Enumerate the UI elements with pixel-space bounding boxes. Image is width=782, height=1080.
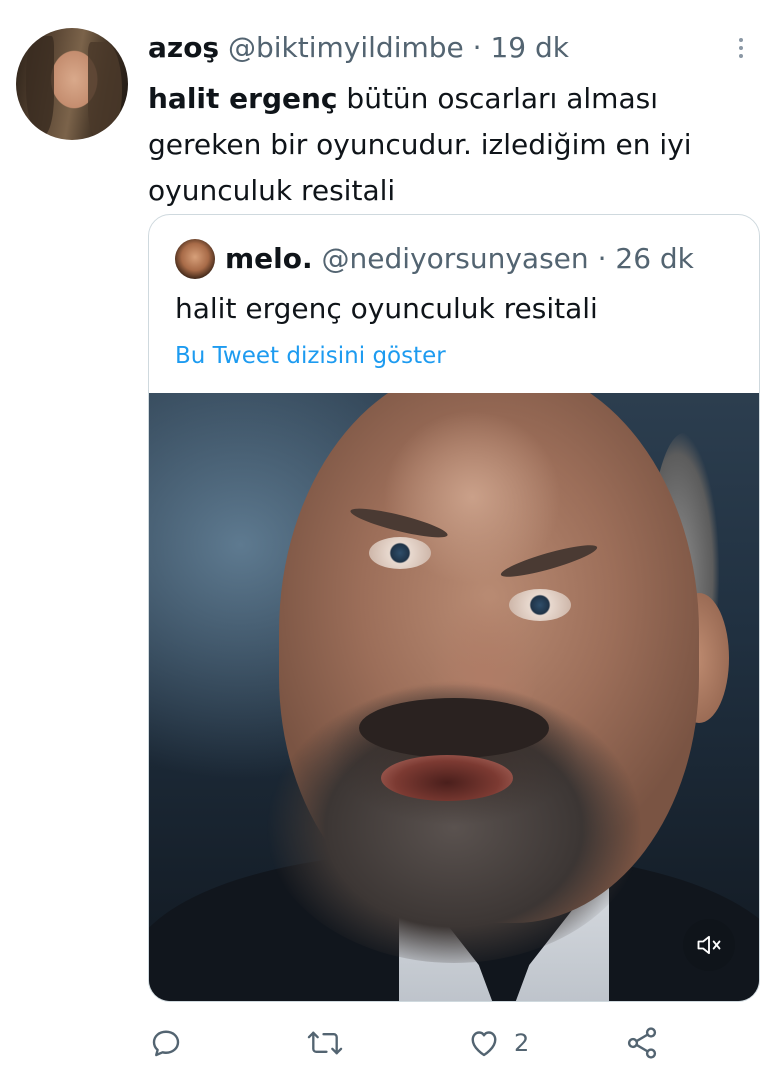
avatar-hair-right (88, 42, 122, 138)
video-media[interactable] (149, 393, 759, 1001)
tweet-timestamp[interactable]: 19 dk (490, 31, 569, 64)
quoted-author-name[interactable]: melo. (225, 242, 313, 275)
avatar-hair-left (26, 36, 54, 136)
author-name[interactable]: azoş (148, 31, 219, 64)
tweet-text-bold: halit ergenç (148, 82, 338, 115)
like-button[interactable]: 2 (466, 1018, 529, 1068)
volume-muted-icon (697, 935, 721, 955)
show-thread-link[interactable]: Bu Tweet dizisini göster (175, 341, 446, 371)
tweet-actions: 2 (148, 1018, 768, 1068)
tweet[interactable]: azoş @biktimyildimbe · 19 dk halit ergen… (0, 0, 782, 1080)
share-button[interactable] (624, 1018, 660, 1068)
reply-icon (152, 1030, 180, 1057)
mute-button[interactable] (683, 919, 735, 971)
tweet-text-line3: oyunculuk resitali (148, 174, 396, 207)
share-icon (627, 1027, 657, 1059)
quoted-timestamp[interactable]: 26 dk (615, 242, 694, 275)
reply-button[interactable] (148, 1018, 184, 1068)
quoted-avatar[interactable] (175, 239, 215, 279)
media-eye-left (369, 537, 431, 569)
tweet-text-line1-rest: bütün oscarları alması (337, 82, 658, 115)
like-count: 2 (514, 1029, 530, 1057)
retweet-button[interactable] (306, 1018, 344, 1068)
more-options-icon[interactable] (730, 32, 752, 64)
tweet-text-line1: halit ergenç bütün oscarları alması (148, 76, 748, 122)
retweet-icon (307, 1031, 343, 1055)
author-avatar[interactable] (16, 28, 128, 140)
author-handle[interactable]: @biktimyildimbe (228, 31, 464, 64)
quoted-text: halit ergenç oyunculuk resitali (175, 292, 598, 325)
tweet-header: azoş @biktimyildimbe · 19 dk (148, 31, 570, 64)
media-mustache (359, 698, 549, 758)
quoted-header: melo. @nediyorsunyasen · 26 dk (225, 242, 694, 275)
media-mouth (381, 755, 513, 801)
like-icon (471, 1031, 497, 1057)
quoted-tweet[interactable]: melo. @nediyorsunyasen · 26 dk halit erg… (148, 214, 760, 1002)
tweet-text: halit ergenç bütün oscarları alması gere… (148, 76, 748, 214)
quoted-author-handle[interactable]: @nediyorsunyasen (322, 242, 589, 275)
tweet-text-line2: gereken bir oyuncudur. izlediğim en iyi (148, 128, 692, 161)
